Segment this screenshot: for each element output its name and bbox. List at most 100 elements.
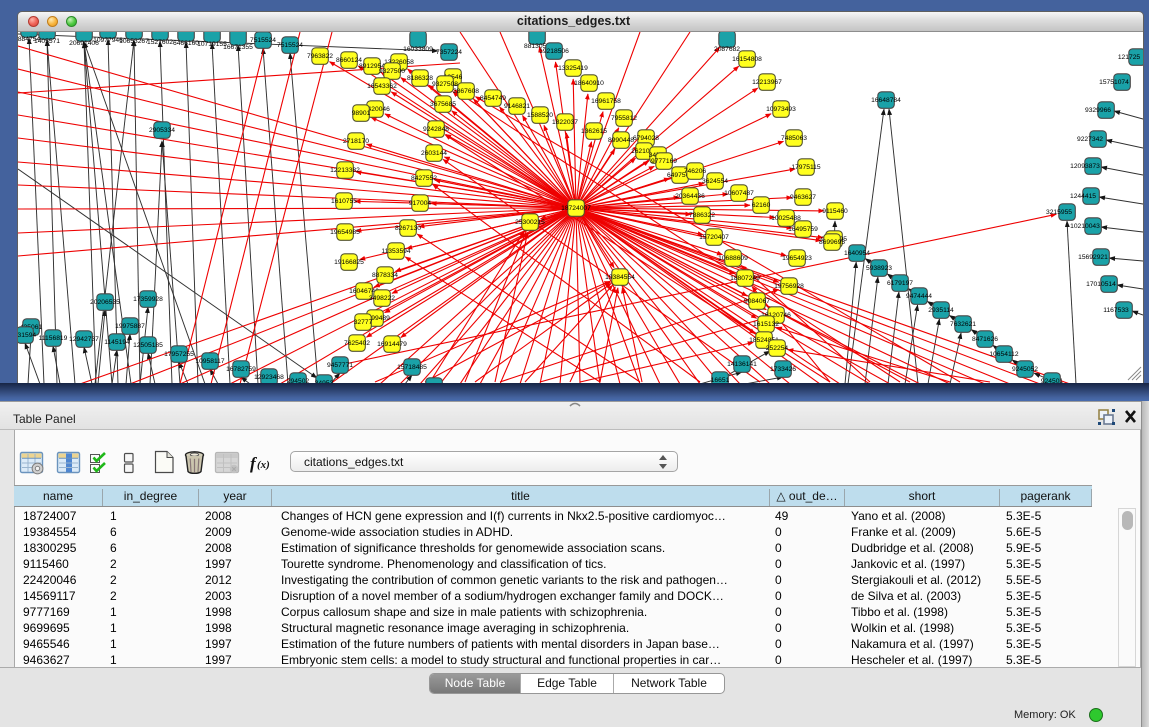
svg-text:16154808: 16154808 bbox=[732, 56, 762, 63]
svg-text:9474444: 9474444 bbox=[906, 293, 932, 300]
svg-text:8699695: 8699695 bbox=[819, 239, 845, 246]
svg-text:12942737: 12942737 bbox=[69, 336, 99, 343]
svg-text:1405571: 1405571 bbox=[34, 38, 60, 45]
svg-text:16671355: 16671355 bbox=[223, 44, 253, 51]
svg-text:8454749: 8454749 bbox=[480, 95, 506, 102]
svg-text:16648784: 16648784 bbox=[871, 97, 901, 104]
svg-text:8186328: 8186328 bbox=[407, 75, 433, 82]
svg-text:17957255: 17957255 bbox=[164, 351, 194, 358]
svg-text:1527602: 1527602 bbox=[147, 39, 173, 46]
svg-text:10654112: 10654112 bbox=[989, 351, 1019, 358]
svg-text:7886322: 7886322 bbox=[689, 212, 715, 219]
svg-text:3215955: 3215955 bbox=[1046, 209, 1072, 216]
svg-text:1640954: 1640954 bbox=[844, 250, 870, 257]
svg-text:1822037: 1822037 bbox=[552, 119, 578, 126]
svg-text:252254: 252254 bbox=[766, 345, 789, 352]
svg-text:7632621: 7632621 bbox=[950, 321, 976, 328]
svg-text:16033809: 16033809 bbox=[403, 46, 433, 53]
svg-text:7963822: 7963822 bbox=[307, 53, 333, 60]
svg-text:1145194: 1145194 bbox=[104, 339, 130, 346]
svg-text:16961758: 16961758 bbox=[591, 98, 621, 105]
svg-text:12923468: 12923468 bbox=[254, 374, 284, 381]
svg-text:19166825: 19166825 bbox=[334, 259, 364, 266]
svg-text:20206535: 20206535 bbox=[90, 299, 120, 306]
svg-text:9245052: 9245052 bbox=[1012, 366, 1038, 373]
svg-text:5938923: 5938923 bbox=[866, 265, 892, 272]
svg-text:19756928: 19756928 bbox=[774, 283, 804, 290]
svg-text:25300215: 25300215 bbox=[515, 219, 545, 226]
svg-text:9777169: 9777169 bbox=[651, 158, 677, 165]
svg-text:17359928: 17359928 bbox=[133, 296, 163, 303]
svg-text:8878334: 8878334 bbox=[372, 272, 398, 279]
svg-text:9115460: 9115460 bbox=[822, 208, 848, 215]
svg-text:3675685: 3675685 bbox=[430, 101, 456, 108]
svg-text:8990448: 8990448 bbox=[608, 137, 634, 144]
svg-text:8427552: 8427552 bbox=[411, 175, 437, 182]
svg-text:13325419: 13325419 bbox=[558, 65, 588, 72]
svg-text:2087682: 2087682 bbox=[714, 46, 740, 53]
svg-text:331594: 331594 bbox=[18, 332, 36, 339]
svg-text:7955812: 7955812 bbox=[611, 115, 637, 122]
svg-text:1244415: 1244415 bbox=[1070, 193, 1096, 200]
svg-text:19654985: 19654985 bbox=[330, 229, 360, 236]
svg-text:917004: 917004 bbox=[409, 200, 432, 207]
svg-text:7625402: 7625402 bbox=[344, 340, 370, 347]
svg-text:19384554: 19384554 bbox=[605, 274, 635, 281]
svg-text:20364436: 20364436 bbox=[675, 193, 705, 200]
svg-text:746206: 746206 bbox=[684, 168, 707, 175]
svg-text:10688609: 10688609 bbox=[718, 255, 748, 262]
svg-text:294502: 294502 bbox=[287, 378, 310, 383]
svg-text:9242848: 9242848 bbox=[423, 126, 449, 133]
svg-text:9146821: 9146821 bbox=[504, 103, 530, 110]
svg-text:15692921: 15692921 bbox=[1078, 254, 1108, 261]
svg-text:1733426: 1733426 bbox=[770, 366, 796, 373]
svg-text:10958117: 10958117 bbox=[195, 358, 225, 365]
svg-text:14136141: 14136141 bbox=[727, 361, 757, 368]
svg-text:16782759: 16782759 bbox=[226, 366, 256, 373]
svg-text:12093873: 12093873 bbox=[1070, 163, 1100, 170]
svg-text:16543362: 16543362 bbox=[367, 83, 397, 90]
svg-text:9327500: 9327500 bbox=[379, 68, 405, 75]
svg-text:18640910: 18640910 bbox=[574, 80, 604, 87]
svg-text:15720407: 15720407 bbox=[699, 234, 729, 241]
svg-text:1615132: 1615132 bbox=[753, 321, 779, 328]
svg-text:1588520: 1588520 bbox=[527, 112, 553, 119]
svg-text:7515524: 7515524 bbox=[277, 42, 303, 49]
svg-text:62160: 62160 bbox=[752, 202, 771, 209]
svg-text:16914479: 16914479 bbox=[377, 341, 407, 348]
svg-text:10653267: 10653267 bbox=[119, 38, 149, 45]
svg-text:12213382: 12213382 bbox=[330, 167, 360, 174]
svg-text:2603144: 2603144 bbox=[421, 150, 447, 157]
svg-text:8267130: 8267130 bbox=[395, 225, 421, 232]
svg-text:19654923: 19654923 bbox=[782, 255, 812, 262]
svg-text:12505185: 12505185 bbox=[133, 342, 163, 349]
svg-text:7515524: 7515524 bbox=[250, 37, 276, 44]
svg-text:8471626: 8471626 bbox=[972, 336, 998, 343]
svg-text:19218506: 19218506 bbox=[539, 48, 569, 55]
svg-text:7485063: 7485063 bbox=[781, 135, 807, 142]
svg-text:15751074: 15751074 bbox=[1099, 79, 1129, 86]
svg-text:10210043: 10210043 bbox=[1070, 223, 1100, 230]
svg-text:17010514: 17010514 bbox=[1086, 281, 1116, 288]
svg-text:11353594: 11353594 bbox=[381, 248, 411, 255]
svg-text:9327508: 9327508 bbox=[432, 81, 458, 88]
svg-text:1610755: 1610755 bbox=[331, 198, 357, 205]
svg-text:98901: 98901 bbox=[352, 110, 371, 117]
svg-text:19975887: 19975887 bbox=[115, 323, 145, 330]
svg-text:9457771: 9457771 bbox=[327, 362, 353, 369]
svg-text:3624554: 3624554 bbox=[702, 178, 728, 185]
svg-text:1167533: 1167533 bbox=[1103, 307, 1129, 314]
svg-text:12213967: 12213967 bbox=[752, 79, 782, 86]
svg-text:9329966: 9329966 bbox=[1085, 107, 1111, 114]
svg-text:16495759: 16495759 bbox=[788, 226, 818, 233]
svg-text:6794028: 6794028 bbox=[633, 135, 659, 142]
svg-text:2935114: 2935114 bbox=[928, 307, 954, 314]
svg-text:2867608: 2867608 bbox=[453, 88, 479, 95]
svg-text:(x): (x) bbox=[257, 459, 270, 471]
svg-text:18807249: 18807249 bbox=[730, 275, 760, 282]
svg-text:9227342: 9227342 bbox=[1077, 136, 1103, 143]
svg-text:17975115: 17975115 bbox=[791, 164, 821, 171]
svg-text:121725: 121725 bbox=[1118, 54, 1141, 61]
svg-text:16651: 16651 bbox=[711, 377, 730, 383]
svg-text:10973493: 10973493 bbox=[766, 106, 796, 113]
